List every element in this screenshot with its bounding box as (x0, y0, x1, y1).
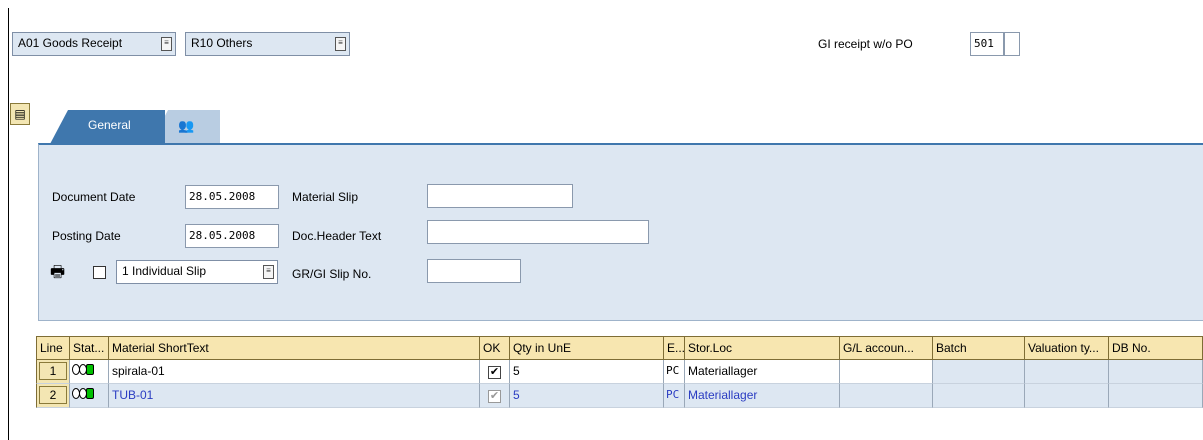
slip-no-input[interactable] (427, 259, 521, 283)
transaction-dropdown[interactable]: A01 Goods Receipt ≡ (12, 32, 176, 56)
col-header-gl-account[interactable]: G/L accoun... (840, 336, 933, 360)
doc-header-text-label: Doc.Header Text (292, 229, 382, 243)
document-date-input[interactable]: 28.05.2008 (185, 185, 279, 209)
unit-cell[interactable]: PC (664, 360, 685, 384)
traffic-light-icon (70, 384, 109, 408)
top-strip (0, 0, 1203, 8)
reference-dropdown[interactable]: R10 Others ≡ (185, 32, 350, 56)
print-checkbox[interactable] (93, 266, 106, 279)
col-header-storloc[interactable]: Stor.Loc (685, 336, 840, 360)
db-no-cell[interactable] (1109, 360, 1203, 384)
row-select-button[interactable]: 1 (39, 362, 67, 380)
col-header-line[interactable]: Line (36, 336, 70, 360)
traffic-light-icon (70, 360, 109, 384)
dropdown-list-icon[interactable]: ≡ (263, 265, 274, 279)
window-left-border (8, 8, 9, 440)
tab-general[interactable]: General (50, 110, 165, 144)
qty-cell[interactable]: 5 (510, 384, 664, 408)
col-header-valuation[interactable]: Valuation ty... (1025, 336, 1109, 360)
slip-no-label: GR/GI Slip No. (292, 267, 372, 281)
storloc-cell[interactable]: Materiallager (685, 384, 840, 408)
dropdown-list-icon[interactable]: ≡ (161, 37, 172, 51)
movement-type-help[interactable] (1004, 32, 1020, 56)
db-no-cell[interactable] (1109, 384, 1203, 408)
gl-account-cell[interactable] (840, 360, 933, 384)
doc-header-text-input[interactable] (427, 220, 649, 244)
valuation-cell[interactable] (1025, 384, 1109, 408)
reference-dropdown-value: R10 Others (191, 36, 253, 50)
dropdown-list-icon[interactable]: ≡ (335, 37, 346, 51)
material-slip-label: Material Slip (292, 190, 359, 204)
ok-checkbox[interactable]: ✔ (480, 360, 510, 384)
row-select-button[interactable]: 2 (39, 386, 67, 404)
ok-checkbox[interactable]: ✔ (480, 384, 510, 408)
batch-cell[interactable] (933, 360, 1025, 384)
valuation-cell[interactable] (1025, 360, 1109, 384)
header-toggle-button[interactable]: ▤ (10, 103, 30, 125)
material-slip-input[interactable] (427, 184, 573, 208)
slip-type-dropdown[interactable]: 1 Individual Slip ≡ (116, 260, 278, 284)
transaction-dropdown-value: A01 Goods Receipt (18, 36, 123, 50)
col-header-material[interactable]: Material ShortText (109, 336, 480, 360)
document-date-label: Document Date (52, 190, 136, 204)
unit-cell[interactable]: PC (664, 384, 685, 408)
slip-type-value: 1 Individual Slip (122, 264, 207, 278)
posting-date-label: Posting Date (52, 229, 121, 243)
printer-icon: 🖶 (50, 264, 66, 281)
material-shorttext-cell[interactable]: TUB-01 (109, 384, 480, 408)
col-header-unit[interactable]: E... (664, 336, 685, 360)
storloc-cell[interactable]: Materiallager (685, 360, 840, 384)
tab-general-label: General (88, 118, 131, 132)
col-header-qty[interactable]: Qty in UnE (510, 336, 664, 360)
batch-cell[interactable] (933, 384, 1025, 408)
row-line-cell[interactable]: 1 (36, 360, 70, 384)
movement-type-input[interactable]: 501 (970, 32, 1004, 56)
posting-date-input[interactable]: 28.05.2008 (185, 224, 279, 248)
material-shorttext-cell[interactable]: spirala-01 (109, 360, 480, 384)
movement-type-label: GI receipt w/o PO (818, 37, 913, 51)
col-header-status[interactable]: Stat... (70, 336, 109, 360)
qty-cell[interactable]: 5 (510, 360, 664, 384)
gl-account-cell[interactable] (840, 384, 933, 408)
col-header-batch[interactable]: Batch (933, 336, 1025, 360)
people-icon: 👥 (178, 118, 195, 133)
row-line-cell[interactable]: 2 (36, 384, 70, 408)
col-header-ok[interactable]: OK (480, 336, 510, 360)
col-header-db-no[interactable]: DB No. (1109, 336, 1203, 360)
